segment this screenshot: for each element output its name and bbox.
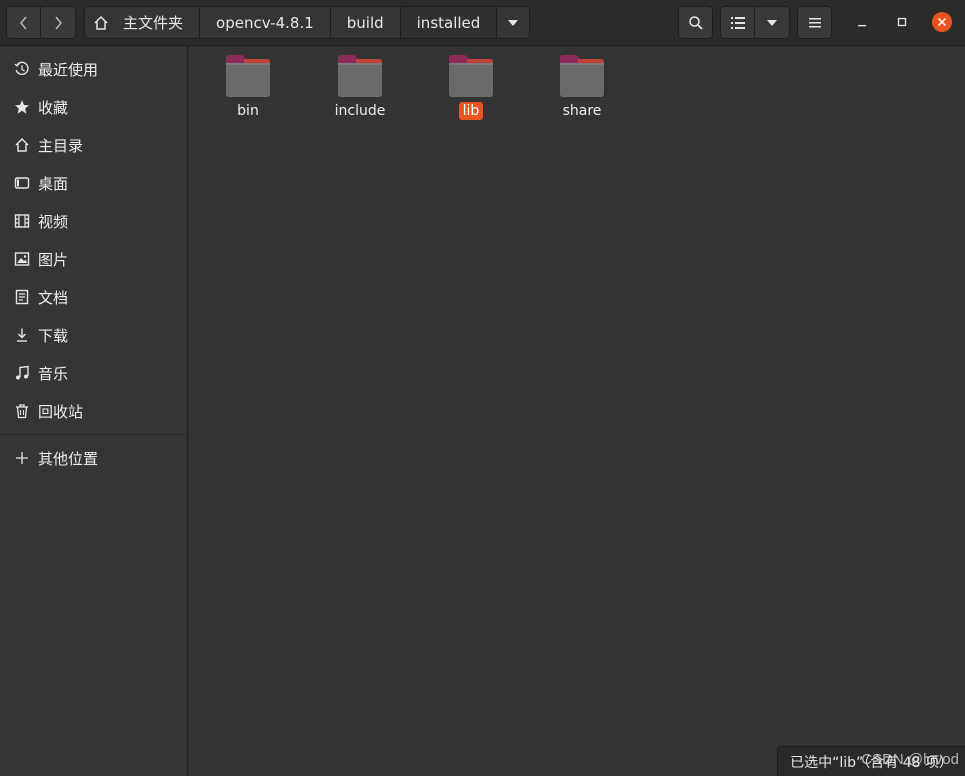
sidebar-item-label: 图片	[38, 250, 69, 269]
document-icon	[14, 289, 30, 305]
sidebar-item-videos[interactable]: 视频	[0, 202, 188, 240]
minimize-button[interactable]	[851, 11, 873, 33]
list-view-icon	[730, 16, 745, 29]
folder-icon	[226, 55, 270, 97]
sidebar-item-label: 下载	[38, 326, 69, 345]
sidebar-item-label: 最近使用	[38, 60, 99, 79]
star-icon	[14, 99, 30, 115]
download-icon	[14, 327, 30, 343]
minimize-icon	[858, 25, 866, 27]
breadcrumb-label: installed	[416, 13, 481, 32]
home-icon	[94, 15, 108, 30]
sidebar-item-label: 收藏	[38, 98, 69, 117]
search-button[interactable]	[678, 6, 713, 39]
breadcrumb-home[interactable]: 主文件夹	[84, 6, 201, 39]
maximize-icon	[897, 17, 907, 27]
sidebar-item-label: 视频	[38, 212, 69, 231]
breadcrumb-label: 主文件夹	[123, 14, 184, 32]
clock-icon	[14, 61, 30, 77]
folder-label: include	[334, 103, 386, 119]
sidebar-item-recent[interactable]: 最近使用	[0, 50, 188, 88]
sidebar-item-label: 回收站	[38, 402, 84, 421]
menu-button[interactable]	[797, 6, 832, 39]
nav-buttons	[6, 6, 76, 39]
sidebar-item-starred[interactable]: 收藏	[0, 88, 188, 126]
breadcrumb-installed[interactable]: installed	[400, 6, 498, 39]
sidebar-item-pictures[interactable]: 图片	[0, 240, 188, 278]
chevron-left-icon	[19, 16, 27, 29]
view-options-button[interactable]	[754, 6, 790, 39]
film-icon	[14, 213, 30, 229]
breadcrumb-label: opencv-4.8.1	[216, 13, 314, 32]
breadcrumb-dropdown-button[interactable]	[497, 6, 531, 39]
sidebar-item-label: 文档	[38, 288, 69, 307]
folder-label: share	[562, 103, 602, 119]
breadcrumb-label: build	[346, 13, 384, 32]
image-icon	[14, 251, 30, 267]
sidebar-item-label: 音乐	[38, 364, 69, 383]
sidebar-item-home[interactable]: 主目录	[0, 126, 188, 164]
hamburger-menu-icon	[808, 17, 821, 27]
home-icon	[14, 137, 30, 153]
folder-label: bin	[237, 103, 259, 119]
search-icon	[688, 15, 703, 30]
folder-icon	[338, 55, 382, 97]
plus-icon	[14, 450, 30, 466]
sidebar-item-desktop[interactable]: 桌面	[0, 164, 188, 202]
sidebar-item-trash[interactable]: 回收站	[0, 392, 188, 430]
back-button[interactable]	[6, 6, 41, 39]
header-bar: 主文件夹 opencv-4.8.1 build installed	[0, 0, 965, 46]
breadcrumb-opencv[interactable]: opencv-4.8.1	[200, 6, 331, 39]
sidebar-divider	[0, 434, 188, 435]
file-view: bin include lib share 已选中“lib”（含有 48 项） …	[189, 46, 965, 776]
folder-label: lib	[458, 102, 484, 120]
chevron-down-icon	[767, 19, 777, 26]
sidebar-item-downloads[interactable]: 下载	[0, 316, 188, 354]
close-button[interactable]	[931, 11, 953, 33]
sidebar-item-label: 桌面	[38, 174, 69, 193]
music-icon	[14, 365, 30, 381]
folder-icon	[449, 55, 493, 97]
sidebar-item-label: 主目录	[38, 136, 84, 155]
close-icon	[932, 12, 952, 32]
sidebar-item-music[interactable]: 音乐	[0, 354, 188, 392]
chevron-right-icon	[55, 16, 62, 29]
sidebar-item-label: 其他位置	[38, 449, 99, 468]
desktop-icon	[14, 175, 30, 191]
folder-icon	[560, 55, 604, 97]
sidebar-item-documents[interactable]: 文档	[0, 278, 188, 316]
folder-item[interactable]: share	[537, 54, 627, 130]
breadcrumb: 主文件夹 opencv-4.8.1 build installed	[84, 6, 531, 39]
folder-item-selected[interactable]: lib	[426, 54, 516, 130]
sidebar: 最近使用 收藏 主目录 桌面 视频 图片 文档 下载 音乐 回收站 其他位置	[0, 46, 188, 776]
trash-icon	[14, 403, 30, 419]
breadcrumb-build[interactable]: build	[330, 6, 401, 39]
folder-item[interactable]: bin	[203, 54, 293, 130]
maximize-button[interactable]	[891, 11, 913, 33]
sidebar-item-other-locations[interactable]: 其他位置	[0, 439, 188, 477]
list-view-button[interactable]	[720, 6, 755, 39]
folder-item[interactable]: include	[315, 54, 405, 130]
chevron-down-icon	[508, 19, 519, 26]
watermark: CSDN @lovod	[861, 751, 959, 768]
forward-button[interactable]	[41, 6, 76, 39]
